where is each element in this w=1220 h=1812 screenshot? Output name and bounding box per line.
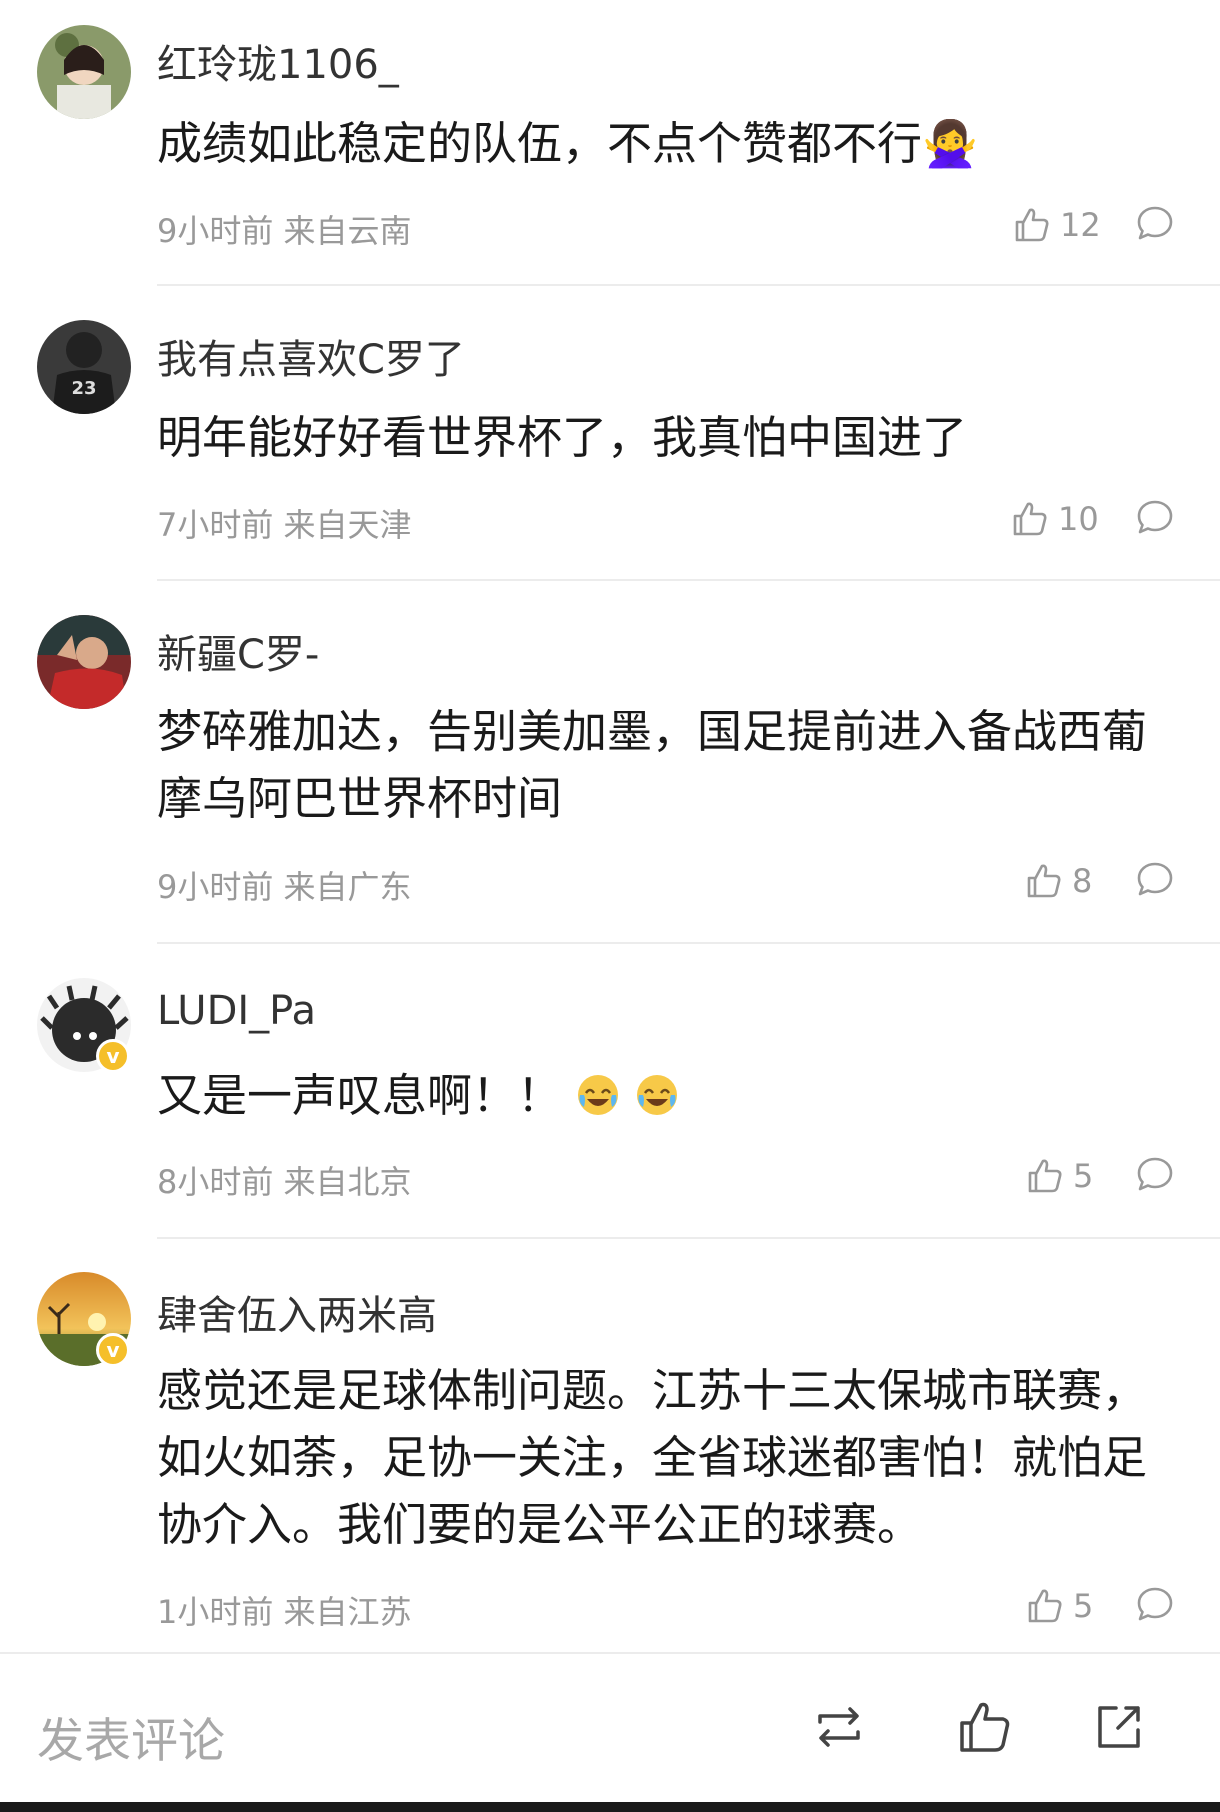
username[interactable]: 肆舍伍入两米高 — [157, 1283, 437, 1341]
divider — [157, 579, 1220, 581]
comment-meta: 7小时前 来自天津 — [157, 500, 412, 546]
comment-time: 1小时前 — [157, 1593, 274, 1631]
divider — [157, 1237, 1220, 1239]
comment-text: 成绩如此稳定的队伍，不点个赞都不行🙅‍♀️ — [157, 117, 979, 170]
comment-text: 梦碎雅加达，告别美加墨，国足提前进入备战西葡摩乌阿巴世界杯时间 — [157, 705, 1148, 825]
comment-time: 9小时前 — [157, 868, 274, 906]
comment-location: 来自北京 — [283, 1163, 412, 1201]
share-icon[interactable] — [1090, 1698, 1148, 1756]
reply-icon[interactable] — [1134, 203, 1176, 245]
avatar[interactable]: 23 — [37, 320, 131, 414]
comment-meta: 8小时前 来自北京 — [157, 1157, 412, 1203]
like-button[interactable]: 5 — [1025, 1584, 1093, 1628]
repost-icon[interactable] — [810, 1698, 868, 1756]
reply-icon[interactable] — [1134, 1584, 1176, 1626]
thumbs-up-icon — [1013, 502, 1047, 536]
comment-time: 8小时前 — [157, 1163, 274, 1201]
comment-input[interactable]: 发表评论 — [37, 1702, 225, 1771]
home-indicator-strip — [0, 1802, 1220, 1812]
divider — [157, 942, 1220, 944]
laugh-cry-emoji-icon — [636, 1075, 677, 1115]
reply-icon[interactable] — [1134, 1154, 1176, 1196]
divider — [157, 284, 1220, 286]
comment-text: 感觉还是足球体制问题。江苏十三太保城市联赛，如火如荼，足协一关注，全省球迷都害怕… — [157, 1364, 1148, 1551]
comment-meta: 1小时前 来自江苏 — [157, 1587, 412, 1633]
svg-text:23: 23 — [71, 378, 96, 399]
comment-text: 又是一声叹息啊！！ — [157, 1062, 1167, 1129]
like-count: 5 — [1073, 1587, 1094, 1625]
username[interactable]: 我有点喜欢C罗了 — [157, 327, 465, 385]
like-button[interactable]: 12 — [1012, 203, 1101, 247]
avatar[interactable] — [37, 615, 131, 709]
comment-time: 9小时前 — [157, 212, 274, 250]
thumbs-up-icon — [1028, 1159, 1062, 1193]
like-button[interactable]: 10 — [1010, 497, 1099, 541]
verified-badge-icon: v — [96, 1333, 130, 1367]
like-count: 12 — [1060, 206, 1101, 244]
reply-icon[interactable] — [1134, 497, 1176, 539]
comment-location: 来自江苏 — [283, 1593, 412, 1631]
comment-text: 明年能好好看世界杯了，我真怕中国进了 — [157, 411, 968, 464]
thumbs-up-icon — [1027, 864, 1061, 898]
like-count: 10 — [1058, 500, 1099, 538]
thumbs-up-icon[interactable] — [956, 1698, 1014, 1756]
comment-meta: 9小时前 来自广东 — [157, 862, 412, 908]
like-count: 5 — [1073, 1157, 1094, 1195]
like-button[interactable]: 8 — [1024, 859, 1092, 903]
username[interactable]: LUDI_Pa — [157, 988, 316, 1034]
comment-meta: 9小时前 来自云南 — [157, 206, 412, 252]
reply-icon[interactable] — [1134, 859, 1176, 901]
thumbs-up-icon — [1028, 1589, 1062, 1623]
comment-location: 来自天津 — [283, 506, 412, 544]
comment-location: 来自云南 — [283, 212, 412, 250]
verified-badge-icon: v — [96, 1039, 130, 1073]
comment-time: 7小时前 — [157, 506, 274, 544]
username[interactable]: 新疆C罗- — [157, 622, 319, 680]
comment-location: 来自广东 — [283, 868, 412, 906]
username[interactable]: 红玲珑1106_ — [157, 32, 399, 90]
thumbs-up-icon — [1015, 208, 1049, 242]
like-button[interactable]: 5 — [1025, 1154, 1093, 1198]
laugh-cry-emoji-icon — [578, 1075, 619, 1115]
like-count: 8 — [1072, 862, 1093, 900]
avatar[interactable] — [37, 25, 131, 119]
bottom-action-bar: 发表评论 — [0, 1652, 1220, 1804]
